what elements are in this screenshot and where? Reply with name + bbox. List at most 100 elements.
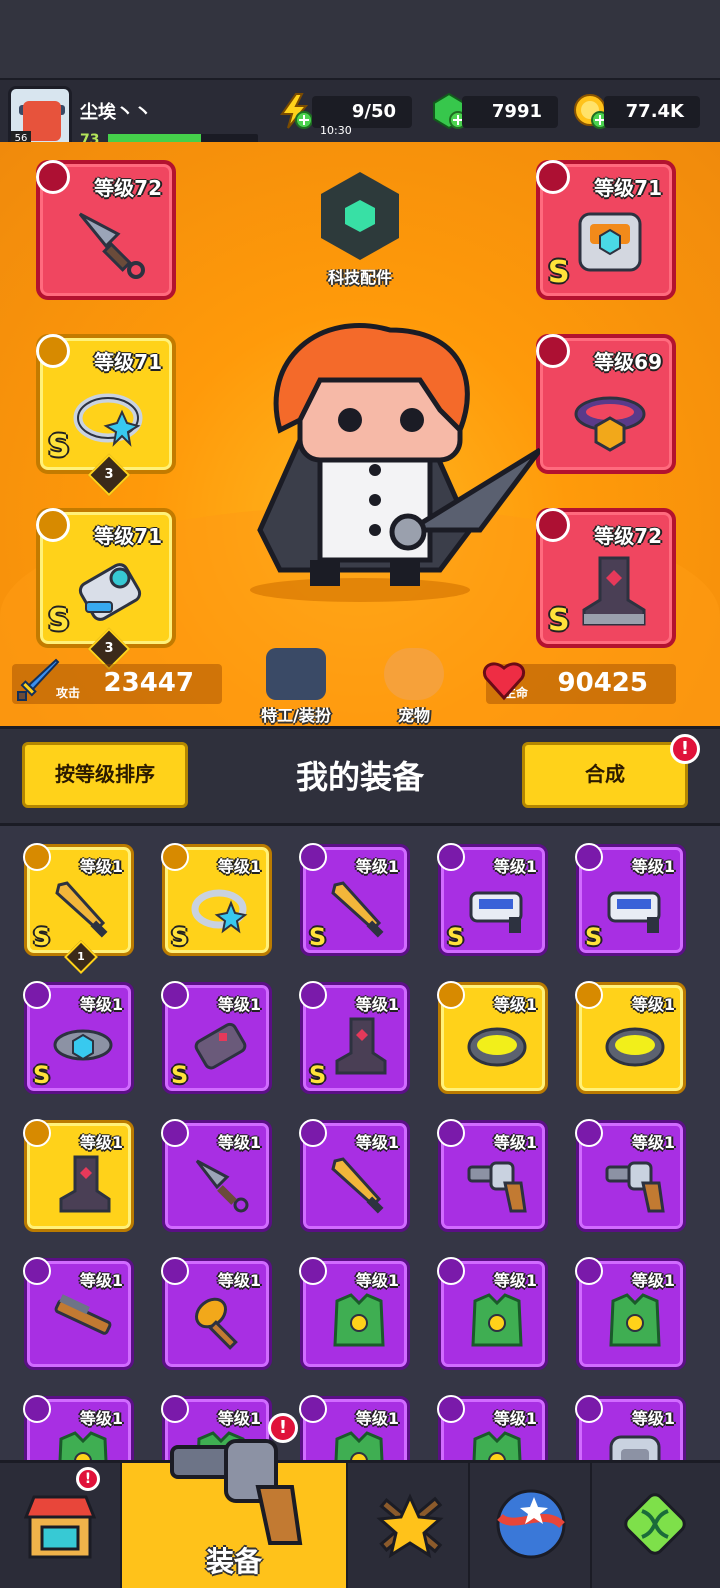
category-icon: [161, 1119, 189, 1147]
energy-icon[interactable]: [276, 92, 314, 130]
inventory-item[interactable]: 等级1: [161, 1257, 272, 1370]
belt-icon: [53, 1029, 113, 1061]
kunai-icon: [78, 212, 145, 279]
item-level: 等级1: [493, 857, 537, 876]
agent-costume-button[interactable]: 特工/装扮: [250, 648, 342, 726]
item-level: 等级1: [493, 1271, 537, 1290]
category-icon: [23, 1119, 51, 1147]
category-icon: [23, 1395, 51, 1423]
inventory-item[interactable]: 等级1: [575, 981, 686, 1094]
revolver-icon: [605, 1161, 665, 1213]
inventory-item[interactable]: 等级1: [299, 1395, 410, 1460]
tab-dna[interactable]: [592, 1463, 720, 1588]
inventory-item[interactable]: 等级1: [23, 1119, 134, 1232]
shop-icon: [24, 1495, 96, 1559]
category-icon: [575, 1257, 603, 1285]
collar-icon: [467, 1027, 527, 1067]
category-icon: [299, 1119, 327, 1147]
collar-icon: [605, 1027, 665, 1067]
sword-icon: [55, 881, 108, 938]
category-icon: [299, 843, 327, 871]
inventory-item[interactable]: 等级1: [161, 1119, 272, 1232]
category-icon: [161, 1257, 189, 1285]
inventory-item[interactable]: 等级1: [437, 1119, 548, 1232]
armor-category-icon: [536, 160, 570, 194]
sort-by-level-button[interactable]: 按等级排序: [22, 742, 188, 808]
item-level: 等级1: [631, 1271, 675, 1290]
inventory-item[interactable]: 等级1 S: [299, 981, 410, 1094]
tech-chip-icon: [321, 172, 399, 260]
item-level: 等级1: [355, 1271, 399, 1290]
category-icon: [161, 981, 189, 1009]
item-rank: S: [585, 923, 603, 951]
inventory-item[interactable]: 等级1: [23, 1395, 134, 1460]
player-avatar[interactable]: 56: [8, 86, 72, 150]
item-level: 等级1: [631, 1133, 675, 1152]
agent-icon: [266, 648, 326, 700]
inventory-item[interactable]: 等级1: [23, 1257, 134, 1370]
item-level: 等级1: [217, 1409, 261, 1428]
inventory-item[interactable]: 等级1: [437, 981, 548, 1094]
boots-category-icon: [536, 508, 570, 542]
tab-orb[interactable]: [470, 1463, 592, 1588]
revolver-icon: [467, 1161, 527, 1213]
inventory-item[interactable]: 等级1: [575, 1119, 686, 1232]
inventory-item[interactable]: 等级1: [575, 1257, 686, 1370]
inventory-item[interactable]: 等级1: [575, 1395, 686, 1460]
blaster-icon: [469, 891, 523, 933]
equipped-glove-slot[interactable]: 等级71 S 3: [36, 508, 176, 671]
pet-button[interactable]: 宠物: [368, 648, 460, 726]
category-icon: [575, 1395, 603, 1423]
equipped-boots-slot[interactable]: 等级72 S: [536, 508, 676, 648]
tech-parts-button[interactable]: 科技配件: [312, 172, 408, 292]
equipped-ring-slot[interactable]: 等级71 S 3: [36, 334, 176, 497]
revolver-icon: [170, 1439, 303, 1545]
category-icon: [299, 1257, 327, 1285]
ring-category-icon: [36, 334, 70, 368]
equipped-belt-slot[interactable]: 等级69: [536, 334, 676, 474]
orb-icon: [496, 1489, 566, 1559]
sword-stat-icon: [17, 658, 60, 701]
tab-equipment[interactable]: ! 装备: [122, 1413, 348, 1588]
item-level: 等级1: [79, 857, 123, 876]
ring-icon: [73, 393, 143, 447]
item-rank: S: [447, 923, 465, 951]
equipped-armor-slot[interactable]: 等级71 S: [536, 160, 676, 300]
hero-character: [250, 323, 540, 602]
inventory-item[interactable]: 等级1 S: [437, 843, 548, 956]
inventory-item[interactable]: 等级1 S: [23, 981, 134, 1094]
inventory-item[interactable]: 等级1 S: [575, 843, 686, 956]
inventory-item[interactable]: 等级1: [437, 1257, 548, 1370]
gauntlet-icon: [194, 1022, 247, 1070]
heart-icon: [483, 662, 525, 701]
sword-icon: [331, 881, 384, 938]
inventory-item[interactable]: 等级1: [299, 1257, 410, 1370]
sword-icon: [331, 1157, 384, 1214]
item-level: 等级1: [355, 857, 399, 876]
battle-star-icon: [376, 1493, 444, 1559]
item-level: 等级1: [493, 1133, 537, 1152]
item-level: 等级1: [493, 995, 537, 1014]
item-level: 等级1: [217, 1271, 261, 1290]
inventory-item[interactable]: 等级1 S: [161, 843, 272, 956]
energy-timer: 10:30: [320, 124, 352, 137]
inventory-item[interactable]: 等级1: [437, 1395, 548, 1460]
vest-icon: [609, 1293, 661, 1347]
inventory-item[interactable]: 等级1 S 1: [23, 843, 134, 974]
inventory-item[interactable]: 等级1 S: [161, 981, 272, 1094]
tab-shop[interactable]: !: [0, 1463, 122, 1588]
item-stars: 1: [64, 940, 98, 974]
merge-button[interactable]: 合成: [522, 742, 688, 808]
equipped-weapon-slot[interactable]: 等级72: [36, 160, 176, 300]
my-equipment-title: 我的装备: [295, 758, 424, 796]
item-level: 等级1: [79, 1409, 123, 1428]
inventory-grid[interactable]: 等级1 S 1 等级1 S 等级1 S 等级1 S 等级1 S 等级1 S 等级1 S 等级1 S 等级1 等级1 等…: [0, 826, 720, 1460]
vest-icon: [333, 1293, 385, 1347]
item-level: 等级1: [217, 995, 261, 1014]
tab-battle[interactable]: [348, 1463, 470, 1588]
dna-icon: [624, 1493, 686, 1555]
item-rank: S: [171, 1061, 189, 1089]
coin-value: 77.4K: [604, 96, 700, 128]
inventory-item[interactable]: 等级1: [299, 1119, 410, 1232]
inventory-item[interactable]: 等级1 S: [299, 843, 410, 956]
